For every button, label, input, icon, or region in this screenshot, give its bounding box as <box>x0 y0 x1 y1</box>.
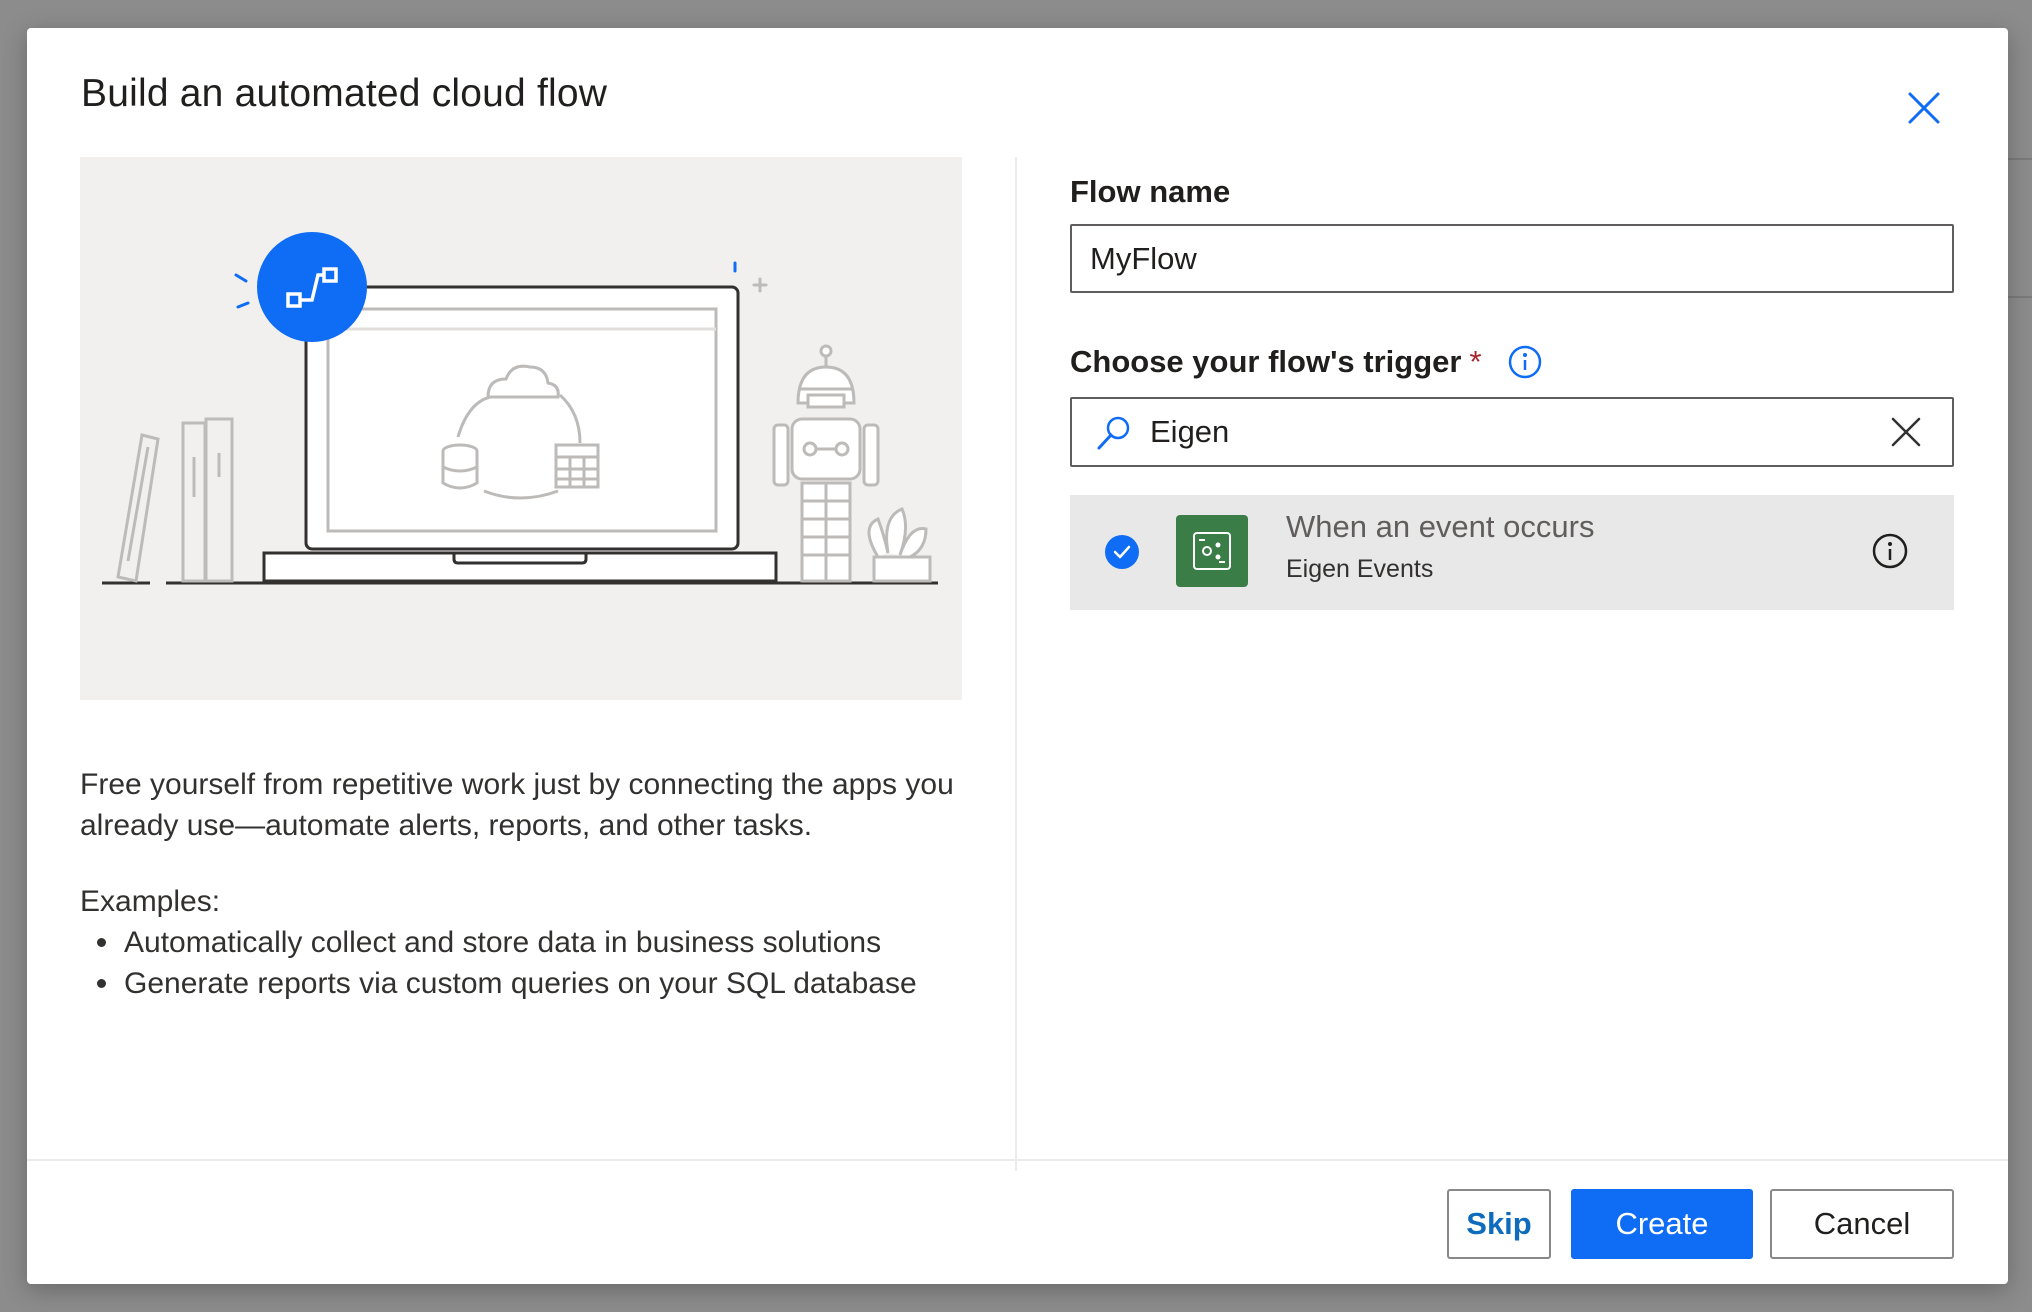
eigen-connector-tile <box>1176 515 1248 587</box>
skip-button[interactable]: Skip <box>1447 1189 1551 1259</box>
selected-check-icon[interactable] <box>1104 534 1140 570</box>
flow-name-label: Flow name <box>1070 174 1231 209</box>
eigen-logo-icon <box>1193 532 1231 570</box>
trigger-label: Choose your flow's trigger <box>1070 344 1462 379</box>
trigger-info-button[interactable] <box>1508 345 1542 379</box>
dialog-title: Build an automated cloud flow <box>81 72 608 115</box>
examples-list: Automatically collect and store data in … <box>80 922 917 1004</box>
trigger-search-box <box>1070 397 1954 467</box>
footer-divider <box>27 1159 2008 1161</box>
trigger-search-input[interactable] <box>1150 403 1850 461</box>
info-icon <box>1508 345 1541 379</box>
plant-icon <box>867 507 932 583</box>
cancel-button[interactable]: Cancel <box>1770 1189 1954 1259</box>
trigger-label-group: Choose your flow's trigger * <box>1070 344 1542 380</box>
info-icon[interactable] <box>1872 533 1908 569</box>
flow-name-input[interactable] <box>1070 224 1954 293</box>
clear-search-icon[interactable] <box>1890 416 1922 448</box>
flow-badge-icon <box>257 232 367 342</box>
laptop-illustration <box>102 232 938 585</box>
list-item: Generate reports via custom queries on y… <box>80 963 917 1004</box>
robot-icon <box>772 344 880 583</box>
hero-illustration <box>80 157 962 700</box>
trigger-connector-name: Eigen Events <box>1286 555 1434 583</box>
list-item: Automatically collect and store data in … <box>80 922 917 963</box>
column-divider <box>1015 157 1017 1171</box>
close-button[interactable] <box>1892 76 1956 140</box>
required-marker: * <box>1469 344 1482 379</box>
examples-heading: Examples: <box>80 885 221 918</box>
create-flow-dialog: Build an automated cloud flow Free yours… <box>27 28 2008 1284</box>
books-icon <box>116 417 234 583</box>
close-icon <box>1908 92 1940 124</box>
dialog-description: Free yourself from repetitive work just … <box>80 768 954 842</box>
trigger-option-row[interactable]: When an event occurs Eigen Events <box>1070 495 1954 610</box>
create-button[interactable]: Create <box>1571 1189 1753 1259</box>
search-icon <box>1097 416 1130 450</box>
trigger-name: When an event occurs <box>1286 509 1595 544</box>
